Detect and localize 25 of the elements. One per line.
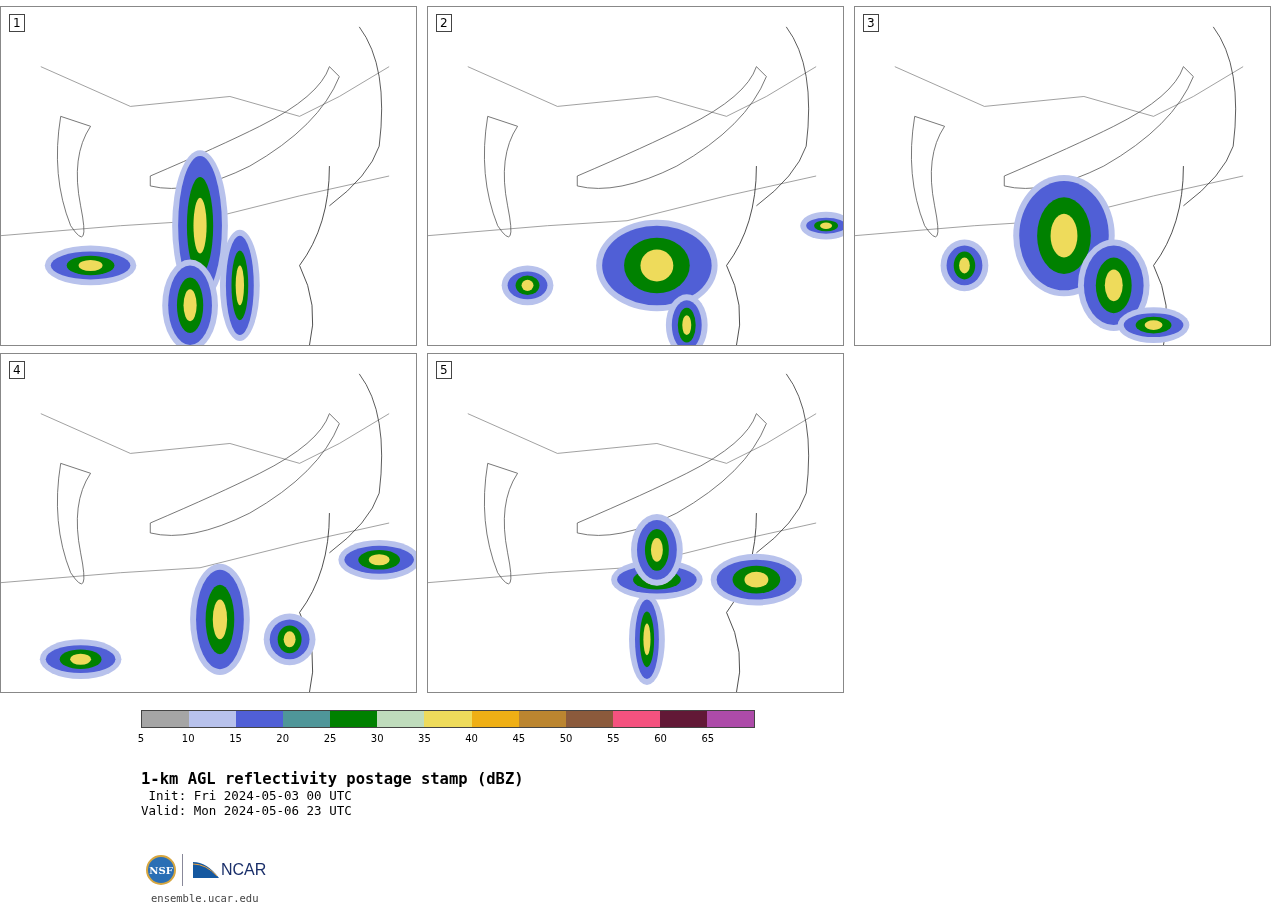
scale-tick-label: 30 — [370, 733, 384, 744]
scale-tick-label: 40 — [465, 733, 478, 744]
scale-tick-label: 60 — [654, 733, 667, 744]
scale-tick-label: 55 — [606, 733, 620, 744]
scale-tick-label: 20 — [276, 733, 290, 744]
panel-number: 3 — [863, 14, 879, 32]
panel-number: 5 — [436, 361, 452, 379]
scale-tick-label: 65 — [701, 733, 715, 744]
panel-number: 1 — [9, 14, 25, 32]
nsf-logo: NSF — [146, 855, 176, 885]
scale-tick-label: 10 — [181, 733, 195, 744]
init-time: Init: Fri 2024-05-03 00 UTC — [147, 788, 353, 803]
scale-tick-label: 25 — [323, 733, 337, 744]
scale-tick-label: 35 — [418, 733, 431, 744]
site-url: ensemble.ucar.edu — [151, 892, 260, 904]
scale-tick-label: 45 — [512, 733, 526, 744]
chart-title: 1-km AGL reflectivity postage stamp (dBZ) — [141, 770, 525, 788]
ncar-logo: NCAR — [221, 861, 267, 879]
scale-tick-label: 15 — [229, 733, 242, 744]
swoosh-icon — [193, 860, 219, 880]
scale-tick-label: 5 — [137, 733, 145, 744]
valid-time: Valid: Mon 2024-05-06 23 UTC — [141, 803, 353, 818]
scale-tick-label: 50 — [559, 733, 573, 744]
panel-number: 2 — [436, 14, 452, 32]
panel-number: 4 — [9, 361, 25, 379]
